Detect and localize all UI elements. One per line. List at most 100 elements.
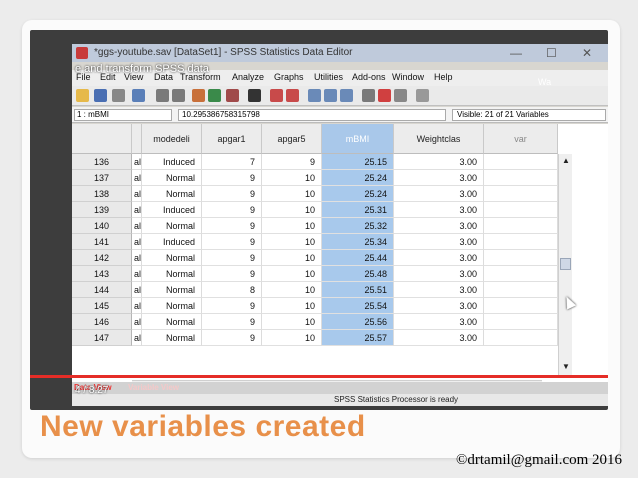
- column-header-mbmi[interactable]: mBMI: [322, 124, 394, 154]
- row-number[interactable]: 141: [72, 234, 132, 250]
- cell-modedeli[interactable]: Normal: [142, 266, 202, 282]
- column-header-weightclas[interactable]: Weightclas: [394, 124, 484, 154]
- cell-partial[interactable]: ale: [132, 186, 142, 202]
- cell-var[interactable]: [484, 186, 558, 202]
- undo-icon[interactable]: [156, 89, 169, 102]
- cell-modedeli[interactable]: Induced: [142, 154, 202, 170]
- cell-weightclas[interactable]: 3.00: [394, 298, 484, 314]
- row-number[interactable]: 146: [72, 314, 132, 330]
- scroll-up-icon[interactable]: ▲: [562, 156, 570, 165]
- goto-case-icon[interactable]: [192, 89, 205, 102]
- row-number[interactable]: 142: [72, 250, 132, 266]
- scroll-down-icon[interactable]: ▼: [562, 362, 570, 371]
- row-number[interactable]: 145: [72, 298, 132, 314]
- cell-mbmi[interactable]: 25.24: [322, 186, 394, 202]
- cell-apgar5[interactable]: 10: [262, 186, 322, 202]
- cell-weightclas[interactable]: 3.00: [394, 250, 484, 266]
- cell-modedeli[interactable]: Normal: [142, 330, 202, 346]
- close-button[interactable]: ✕: [582, 46, 592, 60]
- cell-apgar5[interactable]: 10: [262, 266, 322, 282]
- row-number[interactable]: 143: [72, 266, 132, 282]
- cell-apgar1[interactable]: 9: [202, 266, 262, 282]
- menu-addons[interactable]: Add-ons: [352, 72, 386, 82]
- cell-var[interactable]: [484, 250, 558, 266]
- cell-apgar5[interactable]: 10: [262, 234, 322, 250]
- cell-apgar1[interactable]: 7: [202, 154, 262, 170]
- menu-utilities[interactable]: Utilities: [314, 72, 343, 82]
- minimize-button[interactable]: —: [510, 46, 522, 60]
- cell-mbmi[interactable]: 25.24: [322, 170, 394, 186]
- cell-partial[interactable]: ale: [132, 298, 142, 314]
- column-header-modedeli[interactable]: modedeli: [142, 124, 202, 154]
- column-header-partial[interactable]: [132, 124, 142, 154]
- cell-modedeli[interactable]: Induced: [142, 234, 202, 250]
- cell-apgar1[interactable]: 9: [202, 170, 262, 186]
- cell-apgar1[interactable]: 9: [202, 330, 262, 346]
- insert-cases-icon[interactable]: [270, 89, 283, 102]
- vertical-scrollbar[interactable]: ▲ ▼: [558, 154, 572, 376]
- column-header-var[interactable]: var: [484, 124, 558, 154]
- cell-weightclas[interactable]: 3.00: [394, 234, 484, 250]
- cell-partial[interactable]: ale: [132, 250, 142, 266]
- menu-graphs[interactable]: Graphs: [274, 72, 304, 82]
- find-icon[interactable]: [248, 89, 261, 102]
- goto-variable-icon[interactable]: [208, 89, 221, 102]
- cell-apgar1[interactable]: 9: [202, 314, 262, 330]
- cell-partial[interactable]: ale: [132, 170, 142, 186]
- cell-apgar5[interactable]: 10: [262, 298, 322, 314]
- cell-apgar5[interactable]: 10: [262, 250, 322, 266]
- variables-icon[interactable]: [226, 89, 239, 102]
- video-progress-bar[interactable]: [30, 375, 608, 378]
- open-icon[interactable]: [76, 89, 89, 102]
- cell-apgar1[interactable]: 9: [202, 186, 262, 202]
- cell-apgar1[interactable]: 9: [202, 234, 262, 250]
- cell-partial[interactable]: ale: [132, 266, 142, 282]
- data-grid[interactable]: modedeli apgar1 apgar5 mBMI Weightclas v…: [72, 124, 608, 392]
- cell-partial[interactable]: ale: [132, 218, 142, 234]
- row-number[interactable]: 137: [72, 170, 132, 186]
- cell-var[interactable]: [484, 202, 558, 218]
- cell-apgar1[interactable]: 9: [202, 218, 262, 234]
- column-header-apgar5[interactable]: apgar5: [262, 124, 322, 154]
- cell-var[interactable]: [484, 170, 558, 186]
- row-number[interactable]: 144: [72, 282, 132, 298]
- cell-apgar1[interactable]: 9: [202, 202, 262, 218]
- print-icon[interactable]: [112, 89, 125, 102]
- cell-weightclas[interactable]: 3.00: [394, 282, 484, 298]
- cell-var[interactable]: [484, 234, 558, 250]
- cell-modedeli[interactable]: Normal: [142, 282, 202, 298]
- cell-mbmi[interactable]: 25.48: [322, 266, 394, 282]
- column-header-apgar1[interactable]: apgar1: [202, 124, 262, 154]
- cell-apgar5[interactable]: 10: [262, 202, 322, 218]
- cell-weightclas[interactable]: 3.00: [394, 170, 484, 186]
- cell-apgar1[interactable]: 8: [202, 282, 262, 298]
- cell-mbmi[interactable]: 25.54: [322, 298, 394, 314]
- cell-apgar5[interactable]: 10: [262, 170, 322, 186]
- cell-apgar5[interactable]: 10: [262, 282, 322, 298]
- row-number[interactable]: 140: [72, 218, 132, 234]
- cell-partial[interactable]: ale: [132, 202, 142, 218]
- menu-window[interactable]: Window: [392, 72, 424, 82]
- cell-weightclas[interactable]: 3.00: [394, 314, 484, 330]
- cell-var[interactable]: [484, 282, 558, 298]
- row-number[interactable]: 136: [72, 154, 132, 170]
- cell-apgar5[interactable]: 10: [262, 218, 322, 234]
- tab-variable-view[interactable]: Variable View: [128, 383, 179, 392]
- dialog-recall-icon[interactable]: [132, 89, 145, 102]
- cell-partial[interactable]: ale: [132, 314, 142, 330]
- cell-partial[interactable]: ale: [132, 234, 142, 250]
- cell-mbmi[interactable]: 25.56: [322, 314, 394, 330]
- cell-weightclas[interactable]: 3.00: [394, 218, 484, 234]
- spelling-icon[interactable]: [416, 89, 429, 102]
- cell-modedeli[interactable]: Normal: [142, 218, 202, 234]
- row-number[interactable]: 139: [72, 202, 132, 218]
- cell-weightclas[interactable]: 3.00: [394, 186, 484, 202]
- cell-mbmi[interactable]: 25.44: [322, 250, 394, 266]
- cell-var[interactable]: [484, 218, 558, 234]
- show-all-icon[interactable]: [394, 89, 407, 102]
- maximize-button[interactable]: ☐: [546, 46, 557, 60]
- cell-var[interactable]: [484, 154, 558, 170]
- cell-apgar1[interactable]: 9: [202, 250, 262, 266]
- cell-weightclas[interactable]: 3.00: [394, 266, 484, 282]
- select-cases-icon[interactable]: [340, 89, 353, 102]
